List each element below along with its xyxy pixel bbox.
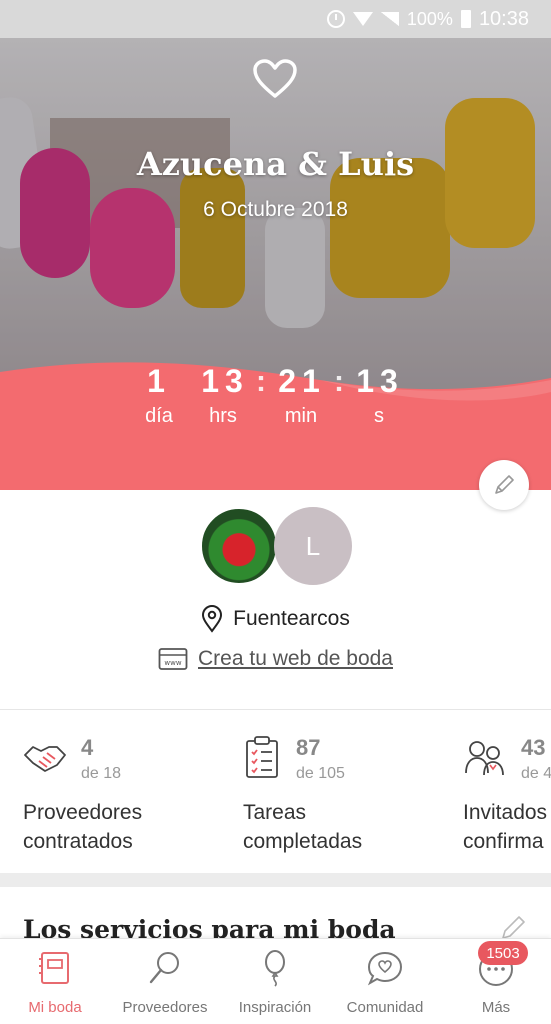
stat-label-line: contratados (23, 830, 133, 853)
status-bar: 100% 10:38 (0, 0, 551, 38)
www-icon: www (158, 648, 188, 670)
location-pin-icon (202, 605, 223, 633)
stat-total: de 18 (81, 765, 122, 782)
stat-label-line: Invitados (463, 801, 548, 824)
stat-label: Tareas completadas (243, 798, 362, 856)
nav-label: Más (481, 999, 511, 1016)
create-web-link[interactable]: www Crea tu web de boda (0, 647, 551, 671)
couple-names: Azucena & Luis (136, 145, 415, 183)
guests-icon (465, 741, 504, 776)
nav-label: Comunidad (346, 999, 424, 1016)
section-divider (0, 873, 551, 887)
create-web-link-text[interactable]: Crea tu web de boda (198, 647, 393, 671)
stat-label: Proveedores contratados (23, 798, 142, 856)
location[interactable]: Fuentearcos (0, 605, 551, 633)
stat-value: 4 (81, 735, 94, 760)
nav-item-inspiracion[interactable]: Inspiración (220, 939, 330, 1024)
bottom-nav: Mi boda Proveedores Inspiración Comunida… (0, 938, 551, 1024)
nav-label: Mi boda (28, 999, 82, 1016)
countdown-seconds-label: s (374, 405, 384, 427)
handshake-icon (24, 746, 66, 772)
wedding-date: 6 Octubre 2018 (203, 198, 348, 221)
countdown: 1 día 13 hrs : 21 min : 13 s (0, 363, 551, 443)
search-icon (149, 952, 179, 984)
stat-label-line: completadas (243, 830, 363, 853)
countdown-hours-label: hrs (209, 405, 237, 427)
pencil-icon (495, 475, 514, 494)
heart-icon (253, 59, 297, 98)
battery-percent: 100% (406, 8, 453, 29)
clock: 10:38 (478, 7, 529, 30)
stat-value: 87 (296, 735, 321, 760)
wifi-icon (352, 12, 373, 26)
countdown-days-label: día (145, 405, 173, 427)
signal-icon (380, 12, 399, 26)
battery-icon (460, 10, 471, 28)
stat-total: de 4 (521, 765, 551, 782)
clipboard-checklist-icon (246, 736, 278, 778)
countdown-minutes: 21 (278, 363, 326, 399)
nav-item-comunidad[interactable]: Comunidad (330, 939, 440, 1024)
svg-text:www: www (164, 659, 181, 667)
nav-label: Proveedores (122, 999, 208, 1016)
stat-label-line: confirma (463, 830, 544, 853)
countdown-days: 1 (147, 363, 171, 399)
location-text: Fuentearcos (233, 607, 350, 630)
chat-heart-icon (367, 951, 403, 986)
stat-label-line: Proveedores (23, 801, 143, 824)
stat-value: 43 (521, 735, 546, 760)
divider (0, 709, 551, 710)
nav-label: Inspiración (238, 999, 312, 1016)
countdown-minutes-label: min (284, 405, 318, 427)
countdown-hours: 13 (201, 363, 249, 399)
notebook-icon (39, 952, 69, 984)
avatar-photo[interactable] (200, 507, 278, 585)
countdown-separator: : (256, 365, 266, 398)
stat-total: de 105 (296, 765, 345, 782)
stat-label: Invitados confirma (463, 798, 547, 856)
countdown-seconds: 13 (356, 363, 404, 399)
balloon-icon (265, 950, 285, 987)
alarm-icon (326, 10, 345, 28)
countdown-separator: : (334, 365, 344, 398)
nav-item-proveedores[interactable]: Proveedores (110, 939, 220, 1024)
stat-label-line: Tareas (243, 801, 307, 824)
avatar-initial[interactable]: L (274, 507, 352, 585)
notification-badge: 1503 (478, 941, 528, 965)
nav-item-mi-boda[interactable]: Mi boda (0, 939, 110, 1024)
edit-wedding-button[interactable] (479, 460, 529, 510)
